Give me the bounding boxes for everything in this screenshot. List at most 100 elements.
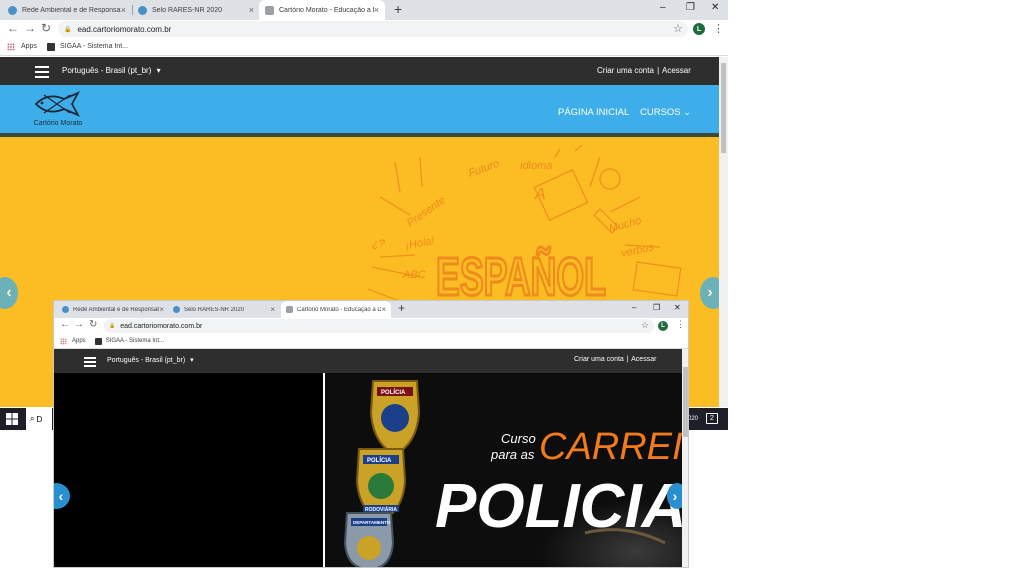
create-account-link[interactable]: Criar uma conta: [597, 66, 654, 75]
logo-text: Cartório Morato: [33, 120, 83, 127]
close-tab-icon[interactable]: ×: [381, 305, 386, 314]
back-button[interactable]: ←: [60, 319, 70, 330]
institution-icon: [286, 306, 293, 313]
browser-menu-icon[interactable]: ⋮: [713, 22, 724, 35]
close-tab-icon[interactable]: ×: [249, 5, 254, 15]
slider-next-button[interactable]: ›: [667, 483, 682, 509]
tab-selo-rares[interactable]: Selo RARES-NR 2020 ×: [134, 0, 258, 20]
nav-courses[interactable]: CURSOS ⌄: [640, 107, 691, 118]
tab-rede-ambiental[interactable]: Rede Ambiental e de Responsabili ×: [59, 301, 167, 318]
taskbar-clock[interactable]: 020: [688, 416, 698, 422]
bookmark-label: SIGAA - Sistema Int...: [105, 338, 165, 344]
minimize-button[interactable]: –: [632, 303, 636, 312]
globe-icon: [173, 306, 180, 313]
back-button[interactable]: ←: [7, 21, 19, 35]
bookmark-apps[interactable]: Apps: [60, 337, 86, 345]
site-logo[interactable]: Cartório Morato: [28, 91, 88, 127]
close-tab-icon[interactable]: ×: [270, 305, 275, 314]
restore-button[interactable]: ❐: [653, 303, 660, 312]
tab-cartorio-morato[interactable]: Cartório Morato - Educação a Di ×: [259, 0, 385, 20]
doodle-text: idioma: [520, 160, 552, 172]
account-links: Criar uma conta | Acessar: [597, 66, 691, 75]
tab-rede-ambiental[interactable]: Rede Ambiental e de Responsabili ×: [4, 0, 130, 20]
tab-title: Cartório Morato - Educação a Di: [297, 306, 382, 313]
site-header: Cartório Morato PÁGINA INICIAL CURSOS ⌄: [0, 85, 719, 133]
taskbar-search[interactable]: ⌕ D: [26, 408, 52, 430]
doodle-text: Futuro: [467, 158, 501, 180]
slider-next-button[interactable]: ›: [700, 277, 719, 309]
profile-avatar[interactable]: L: [693, 23, 705, 35]
page-scrollbar[interactable]: [682, 349, 688, 567]
close-tab-icon[interactable]: ×: [374, 5, 379, 15]
apps-grid-icon: [7, 42, 15, 51]
url-text: ead.cartoriomorato.com.br: [120, 322, 203, 330]
hamburger-menu-icon[interactable]: [35, 66, 49, 78]
browser-menu-icon[interactable]: ⋮: [676, 319, 685, 330]
forward-button[interactable]: →: [74, 319, 84, 330]
close-window-button[interactable]: ✕: [711, 2, 719, 13]
forward-button[interactable]: →: [24, 21, 36, 35]
close-window-button[interactable]: ✕: [674, 303, 681, 312]
doodle-text: ¡Hola!: [404, 235, 435, 252]
login-link[interactable]: Acessar: [662, 66, 691, 75]
profile-avatar[interactable]: L: [658, 321, 668, 331]
notification-icon[interactable]: 2: [706, 413, 718, 424]
chevron-down-icon: ⌄: [683, 107, 691, 117]
language-selector[interactable]: Português - Brasil (pt_br) ▾: [107, 356, 194, 364]
tab-title: Rede Ambiental e de Responsabili: [22, 6, 121, 14]
restore-button[interactable]: ❐: [686, 2, 695, 13]
windows-start-icon[interactable]: [6, 413, 18, 425]
search-icon: ⌕: [30, 414, 35, 423]
bookmark-label: SIGAA - Sistema Int...: [59, 43, 129, 50]
scrollbar-thumb[interactable]: [683, 367, 688, 437]
hero-slide-policia: POLÍCIA POLÍCIA RODOVIÁRIA DEPARTAMENTO …: [54, 373, 682, 567]
create-account-link[interactable]: Criar uma conta: [574, 356, 624, 363]
omnibox[interactable]: 🔒 ead.cartoriomorato.com.br: [58, 21, 688, 37]
bookmark-star-icon[interactable]: ☆: [641, 320, 649, 331]
bookmark-sigaa[interactable]: SIGAA - Sistema Int...: [46, 42, 129, 51]
badge-text: POLÍCIA: [381, 388, 406, 396]
address-bar-row: ← → ↻ 🔒 ead.cartoriomorato.com.br ☆ L ⋮: [0, 20, 728, 38]
globe-icon: [8, 5, 17, 15]
address-bar-row: ← → ↻ 🔒 ead.cartoriomorato.com.br ☆ L ⋮: [54, 318, 688, 334]
hamburger-menu-icon[interactable]: [84, 357, 96, 367]
new-tab-button[interactable]: +: [394, 1, 402, 17]
close-tab-icon[interactable]: ×: [121, 5, 126, 15]
scrollbar-thumb[interactable]: [721, 63, 726, 153]
hero-line2: para as: [490, 447, 535, 462]
browser-window-inset: Rede Ambiental e de Responsabili × Selo …: [53, 300, 689, 568]
hero-highlight: CARREIR: [539, 426, 682, 468]
slider-prev-button[interactable]: ‹: [54, 483, 70, 509]
site-top-bar: Português - Brasil (pt_br) ▾ Criar uma c…: [0, 57, 719, 85]
tab-title: Selo RARES-NR 2020: [152, 6, 223, 14]
omnibox[interactable]: 🔒 ead.cartoriomorato.com.br: [104, 319, 654, 333]
bookmark-sigaa[interactable]: SIGAA - Sistema Int...: [94, 337, 165, 345]
minimize-button[interactable]: –: [660, 2, 666, 13]
language-selector[interactable]: Português - Brasil (pt_br) ▾: [62, 66, 161, 75]
nav-home[interactable]: PÁGINA INICIAL: [558, 107, 629, 118]
sigaa-icon: [94, 337, 102, 345]
globe-icon: [62, 306, 69, 313]
bookmark-label: Apps: [72, 338, 86, 344]
tab-cartorio-morato[interactable]: Cartório Morato - Educação a Di ×: [281, 301, 391, 318]
close-tab-icon[interactable]: ×: [159, 305, 164, 314]
hero-big-title: POLICIA: [435, 472, 682, 541]
badge-text: POLÍCIA: [367, 456, 392, 464]
new-tab-button[interactable]: +: [398, 301, 405, 315]
bookmark-star-icon[interactable]: ☆: [673, 22, 683, 35]
tab-title: Selo RARES-NR 2020: [184, 306, 245, 313]
doodle-text: Mucho: [608, 215, 643, 235]
bookmark-apps[interactable]: Apps: [7, 42, 37, 51]
reload-button[interactable]: ↻: [89, 319, 97, 330]
login-link[interactable]: Acessar: [631, 356, 656, 363]
tab-selo-rares[interactable]: Selo RARES-NR 2020 ×: [170, 301, 278, 318]
hero-image-panel: POLÍCIA POLÍCIA RODOVIÁRIA DEPARTAMENTO …: [323, 373, 682, 567]
notification-count: 2: [710, 415, 714, 422]
reload-button[interactable]: ↻: [41, 21, 51, 35]
account-links: Criar uma conta | Acessar: [574, 356, 656, 363]
hero-line1: Curso: [501, 431, 536, 446]
police-badges-art: POLÍCIA POLÍCIA RODOVIÁRIA DEPARTAMENTO …: [343, 380, 682, 567]
doodle-text: verbos: [620, 241, 655, 260]
apps-grid-icon: [60, 337, 67, 345]
page-scrollbar[interactable]: [719, 57, 728, 407]
